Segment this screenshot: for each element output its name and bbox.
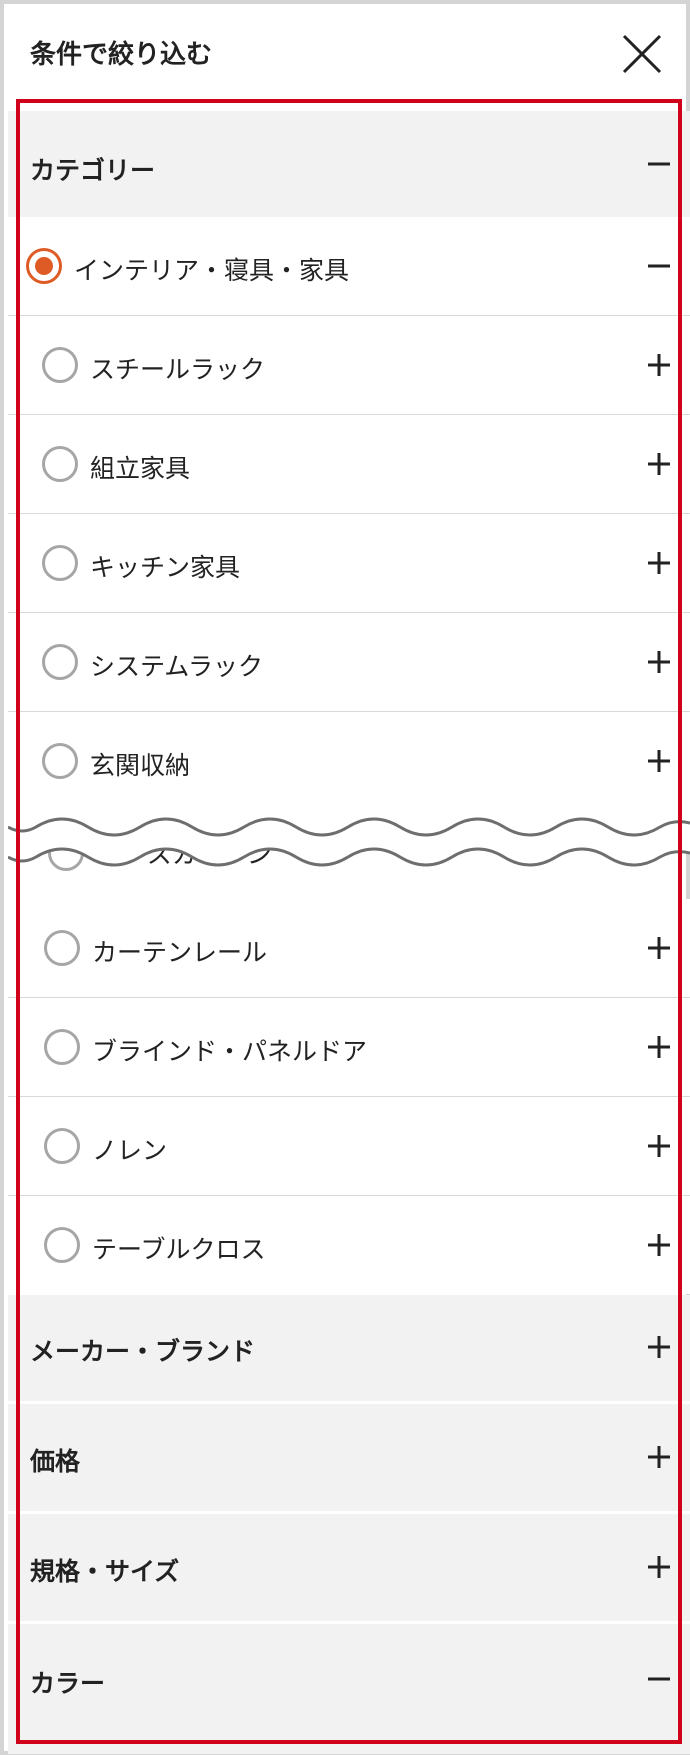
category-row[interactable]: システムラック	[8, 613, 690, 711]
plus-icon[interactable]	[644, 548, 674, 578]
plus-icon	[644, 1442, 674, 1472]
radio-button[interactable]	[42, 545, 78, 581]
radio-button[interactable]	[42, 743, 78, 779]
plus-icon[interactable]	[644, 1131, 674, 1161]
radio-selected[interactable]	[26, 248, 62, 284]
close-button[interactable]	[620, 32, 664, 76]
category-row[interactable]: スチールラック	[8, 316, 690, 414]
category-row[interactable]: 組立家具	[8, 415, 690, 513]
section-category[interactable]: カテゴリー	[8, 111, 690, 217]
filter-panel: カテゴリー インテリア・寝具・家具 スチールラック 組立家具 キッチン家具 シス…	[8, 99, 690, 1754]
filter-modal: 条件で絞り込む カテゴリー インテリア・寝具・家具 スチールラック 組立家具 キ…	[0, 0, 690, 1755]
category-row-label: 玄関収納	[90, 751, 191, 780]
category-row-label: カーテンレール	[92, 938, 268, 967]
category-row[interactable]: ブラインド・パネルドア	[8, 998, 690, 1096]
category-row[interactable]: 玄関収納	[8, 712, 690, 810]
filter-list: カテゴリー インテリア・寝具・家具 スチールラック 組立家具 キッチン家具 シス…	[8, 99, 690, 1754]
radio-button[interactable]	[44, 930, 80, 966]
minus-icon[interactable]	[644, 251, 674, 281]
minus-icon	[644, 1664, 674, 1694]
plus-icon	[644, 1332, 674, 1362]
category-row-label: ノレン	[92, 1136, 168, 1165]
close-icon	[622, 34, 662, 74]
section-maker-brand[interactable]: メーカー・ブランド	[8, 1295, 690, 1401]
radio-button[interactable]	[44, 1227, 80, 1263]
category-row-label: システムラック	[90, 652, 264, 681]
section-label: メーカー・ブランド	[30, 1337, 256, 1366]
category-row-parent[interactable]: インテリア・寝具・家具	[8, 217, 690, 315]
plus-icon[interactable]	[644, 647, 674, 677]
minus-icon	[644, 149, 674, 179]
modal-header: 条件で絞り込む	[8, 8, 690, 98]
section-price[interactable]: 価格	[8, 1404, 690, 1511]
section-label: 規格・サイズ	[30, 1557, 180, 1586]
category-row-label: テーブルクロス	[92, 1235, 266, 1264]
radio-button[interactable]	[42, 347, 78, 383]
omission-wave: レースカーテン	[8, 805, 690, 905]
plus-icon[interactable]	[644, 1032, 674, 1062]
category-row[interactable]: キッチン家具	[8, 514, 690, 612]
category-row-label: 組立家具	[90, 454, 191, 483]
plus-icon[interactable]	[644, 449, 674, 479]
category-row-label: インテリア・寝具・家具	[74, 256, 350, 285]
radio-button[interactable]	[44, 1029, 80, 1065]
section-color[interactable]: カラー	[8, 1624, 690, 1754]
radio-button[interactable]	[44, 1128, 80, 1164]
section-category-label: カテゴリー	[30, 156, 156, 185]
plus-icon[interactable]	[644, 933, 674, 963]
radio-button[interactable]	[42, 644, 78, 680]
plus-icon[interactable]	[644, 1230, 674, 1260]
plus-icon[interactable]	[644, 350, 674, 380]
wavy-cut-icon	[8, 805, 690, 904]
category-row-label: キッチン家具	[90, 553, 241, 582]
category-row-label: スチールラック	[90, 355, 266, 384]
category-row[interactable]: カーテンレール	[8, 899, 690, 997]
plus-icon[interactable]	[644, 746, 674, 776]
section-label: 価格	[30, 1447, 81, 1476]
category-row[interactable]: ノレン	[8, 1097, 690, 1195]
radio-button[interactable]	[42, 446, 78, 482]
section-label: カラー	[30, 1669, 106, 1698]
modal-title: 条件で絞り込む	[30, 40, 213, 70]
plus-icon	[644, 1552, 674, 1582]
section-spec-size[interactable]: 規格・サイズ	[8, 1514, 690, 1621]
category-row[interactable]: テーブルクロス	[8, 1196, 690, 1294]
category-row-label: ブラインド・パネルドア	[92, 1037, 368, 1066]
